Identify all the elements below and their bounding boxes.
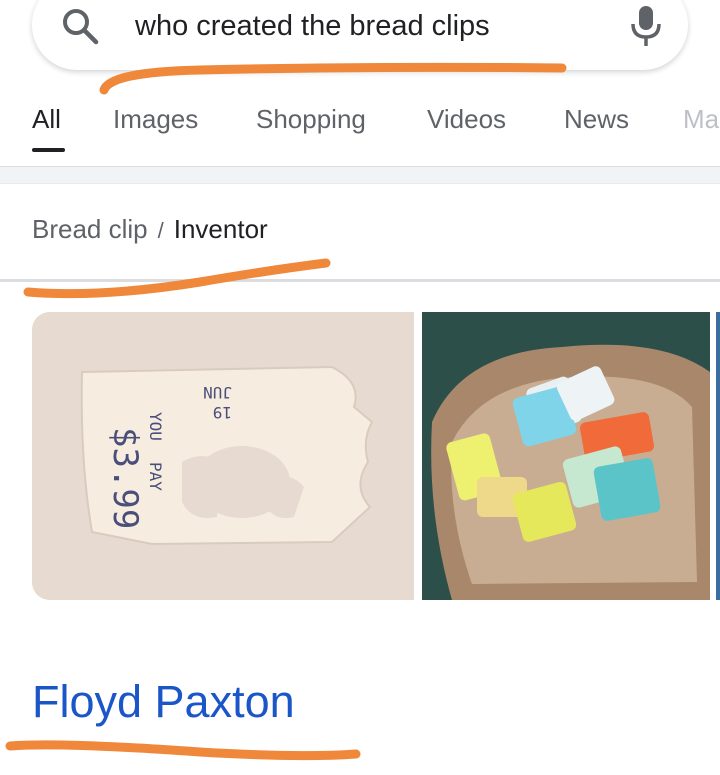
section-divider [0, 279, 720, 282]
tab-images[interactable]: Images [113, 104, 198, 135]
search-icon[interactable] [60, 6, 100, 46]
tab-all[interactable]: All [32, 104, 61, 135]
image-carousel: $3.99 YOU PAY JUN 19 [0, 312, 720, 600]
mic-icon[interactable] [628, 4, 664, 48]
breadcrumb-separator: / [157, 218, 164, 243]
answer-title[interactable]: Floyd Paxton [32, 676, 295, 728]
clip-pay-text: PAY [146, 462, 165, 491]
breadcrumb-current: Inventor [173, 214, 268, 244]
tab-shopping[interactable]: Shopping [256, 104, 366, 135]
tab-more[interactable]: Ma [683, 104, 719, 135]
clip-you-text: YOU [146, 412, 165, 441]
search-box[interactable]: who created the bread clips [32, 0, 688, 70]
clip-day: 19 [213, 403, 232, 422]
bread-slice-clips-photo[interactable] [422, 312, 710, 600]
tabs-divider [0, 166, 720, 184]
active-tab-indicator [32, 148, 65, 152]
breadcrumb-parent[interactable]: Bread clip [32, 214, 148, 244]
tab-videos[interactable]: Videos [427, 104, 506, 135]
clip-month: JUN [203, 383, 232, 402]
partial-image-tile[interactable] [716, 312, 720, 600]
tab-news[interactable]: News [564, 104, 629, 135]
bread-clip-photo[interactable]: $3.99 YOU PAY JUN 19 [32, 312, 414, 600]
clip-price: $3.99 [105, 427, 145, 529]
breadcrumb: Bread clip / Inventor [32, 214, 268, 245]
search-query[interactable]: who created the bread clips [135, 10, 490, 43]
search-tabs: All Images Shopping Videos News Ma [0, 96, 720, 156]
